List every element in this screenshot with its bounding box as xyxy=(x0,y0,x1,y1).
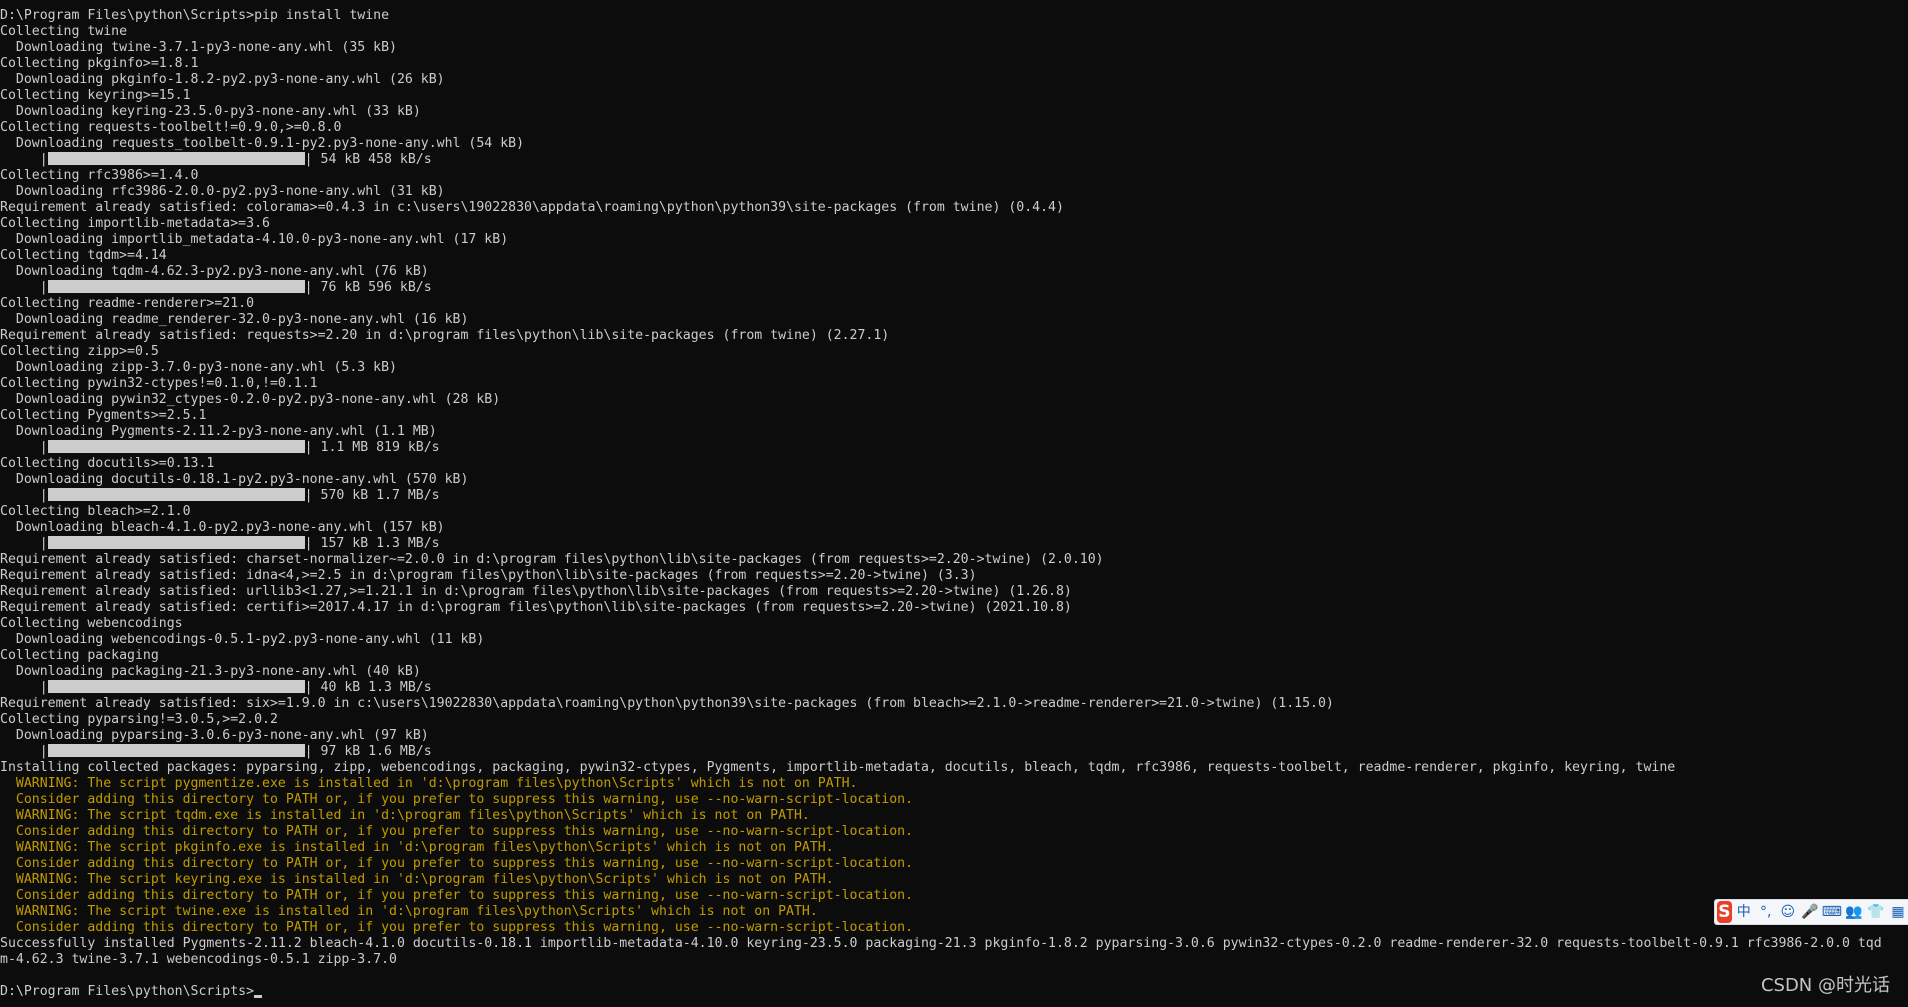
progress-stats: | 97 kB 1.6 MB/s xyxy=(304,744,432,759)
warning-line: Consider adding this directory to PATH o… xyxy=(0,888,914,903)
progress-stats: | 1.1 MB 819 kB/s xyxy=(304,440,440,455)
output-line: Downloading webencodings-0.5.1-py2.py3-n… xyxy=(0,632,485,647)
output-line: Requirement already satisfied: charset-n… xyxy=(0,552,1104,567)
output-line: Downloading tqdm-4.62.3-py2.py3-none-any… xyxy=(0,264,429,279)
output-line: Downloading readme_renderer-32.0-py3-non… xyxy=(0,312,469,327)
output-line: Collecting pywin32-ctypes!=0.1.0,!=0.1.1 xyxy=(0,376,318,391)
output-line: Collecting packaging xyxy=(0,648,159,663)
ime-user-icon[interactable]: 👥 xyxy=(1844,901,1864,923)
ime-punctuation-icon[interactable]: °, xyxy=(1756,901,1776,923)
prompt-text: D:\Program Files\python\Scripts> xyxy=(0,984,255,999)
progress-stats: | 54 kB 458 kB/s xyxy=(304,152,432,167)
ime-lang-toggle[interactable]: 中 xyxy=(1734,901,1754,923)
progress-bar-left-edge: | xyxy=(0,680,48,695)
warning-line: Consider adding this directory to PATH o… xyxy=(0,792,914,807)
output-line: Collecting twine xyxy=(0,24,128,39)
warning-line: WARNING: The script twine.exe is install… xyxy=(0,904,818,919)
progress-line: | | 97 kB 1.6 MB/s xyxy=(0,744,1908,760)
csdn-watermark: CSDN @时光话 xyxy=(1760,975,1890,996)
output-line: Downloading pyparsing-3.0.6-py3-none-any… xyxy=(0,728,429,743)
ime-keyboard-icon[interactable]: ⌨ xyxy=(1822,901,1842,923)
progress-line: | | 54 kB 458 kB/s xyxy=(0,152,1908,168)
progress-bar-left-edge: | xyxy=(0,280,48,295)
output-line: Downloading rfc3986-2.0.0-py2.py3-none-a… xyxy=(0,184,445,199)
output-line: Downloading zipp-3.7.0-py3-none-any.whl … xyxy=(0,360,397,375)
output-line: Collecting importlib-metadata>=3.6 xyxy=(0,216,270,231)
output-line: Successfully installed Pygments-2.11.2 b… xyxy=(0,936,1882,951)
ime-toolbar-items: 中 °, ☺ 🎤 ⌨ 👥 👕 ▦ xyxy=(1732,901,1908,923)
output-line: Downloading docutils-0.18.1-py2.py3-none… xyxy=(0,472,469,487)
progress-stats: | 157 kB 1.3 MB/s xyxy=(304,536,440,551)
warning-line: WARNING: The script tqdm.exe is installe… xyxy=(0,808,810,823)
progress-bar-fill xyxy=(47,152,305,165)
output-line: Downloading keyring-23.5.0-py3-none-any.… xyxy=(0,104,421,119)
progress-bar-fill xyxy=(47,680,305,693)
output-line: Collecting zipp>=0.5 xyxy=(0,344,159,359)
text-cursor[interactable] xyxy=(254,995,263,998)
output-line: Downloading bleach-4.1.0-py2.py3-none-an… xyxy=(0,520,445,535)
output-line: D:\Program Files\python\Scripts>pip inst… xyxy=(0,8,390,23)
sogou-logo-icon[interactable]: S xyxy=(1717,901,1732,923)
ime-toolbox-icon[interactable]: ▦ xyxy=(1888,901,1908,923)
output-line: Downloading Pygments-2.11.2-py3-none-any… xyxy=(0,424,437,439)
output-line: Collecting tqdm>=4.14 xyxy=(0,248,167,263)
progress-bar-left-edge: | xyxy=(0,488,48,503)
progress-line: | | 157 kB 1.3 MB/s xyxy=(0,536,1908,552)
ime-skin-icon[interactable]: 👕 xyxy=(1866,901,1886,923)
output-line: Downloading packaging-21.3-py3-none-any.… xyxy=(0,664,421,679)
output-line: Collecting requests-toolbelt!=0.9.0,>=0.… xyxy=(0,120,342,135)
output-line: Collecting keyring>=15.1 xyxy=(0,88,191,103)
output-line: Collecting rfc3986>=1.4.0 xyxy=(0,168,199,183)
output-line: Downloading twine-3.7.1-py3-none-any.whl… xyxy=(0,40,397,55)
output-line: m-4.62.3 twine-3.7.1 webencodings-0.5.1 … xyxy=(0,952,397,967)
ime-voice-icon[interactable]: 🎤 xyxy=(1800,901,1820,923)
ime-emoji-icon[interactable]: ☺ xyxy=(1778,901,1798,923)
progress-line: | | 76 kB 596 kB/s xyxy=(0,280,1908,296)
progress-line: | | 570 kB 1.7 MB/s xyxy=(0,488,1908,504)
terminal-output: D:\Program Files\python\Scripts>pip inst… xyxy=(0,8,1908,1000)
output-line: Collecting Pygments>=2.5.1 xyxy=(0,408,207,423)
output-line: Requirement already satisfied: idna<4,>=… xyxy=(0,568,977,583)
progress-line: | | 40 kB 1.3 MB/s xyxy=(0,680,1908,696)
output-line: Requirement already satisfied: urllib3<1… xyxy=(0,584,1072,599)
progress-bar-left-edge: | xyxy=(0,440,48,455)
output-line: Requirement already satisfied: certifi>=… xyxy=(0,600,1072,615)
progress-bar-fill xyxy=(47,744,305,757)
output-line: Downloading pkginfo-1.8.2-py2.py3-none-a… xyxy=(0,72,445,87)
warning-line: Consider adding this directory to PATH o… xyxy=(0,856,914,871)
progress-bar-left-edge: | xyxy=(0,536,48,551)
output-line: Installing collected packages: pyparsing… xyxy=(0,760,1676,775)
output-line: Downloading pywin32_ctypes-0.2.0-py2.py3… xyxy=(0,392,501,407)
command-prompt: D:\Program Files\python\Scripts> xyxy=(0,984,1908,1000)
output-line: Collecting readme-renderer>=21.0 xyxy=(0,296,255,311)
warning-line: WARNING: The script keyring.exe is insta… xyxy=(0,872,834,887)
output-line: Collecting pkginfo>=1.8.1 xyxy=(0,56,199,71)
terminal-window[interactable]: D:\Program Files\python\Scripts>pip inst… xyxy=(0,0,1908,1007)
output-line: Collecting docutils>=0.13.1 xyxy=(0,456,215,471)
output-line: Requirement already satisfied: requests>… xyxy=(0,328,890,343)
output-line: Requirement already satisfied: colorama>… xyxy=(0,200,1064,215)
output-line: Downloading importlib_metadata-4.10.0-py… xyxy=(0,232,509,247)
progress-bar-left-edge: | xyxy=(0,744,48,759)
warning-line: WARNING: The script pkginfo.exe is insta… xyxy=(0,840,834,855)
warning-line: Consider adding this directory to PATH o… xyxy=(0,824,914,839)
progress-bar-fill xyxy=(47,280,305,293)
output-line: Collecting webencodings xyxy=(0,616,183,631)
progress-bar-fill xyxy=(47,440,305,453)
progress-stats: | 40 kB 1.3 MB/s xyxy=(304,680,432,695)
ime-toolbar[interactable]: S 中 °, ☺ 🎤 ⌨ 👥 👕 ▦ xyxy=(1714,899,1908,925)
warning-line: WARNING: The script pygmentize.exe is in… xyxy=(0,776,858,791)
progress-stats: | 76 kB 596 kB/s xyxy=(304,280,432,295)
progress-bar-fill xyxy=(47,488,305,501)
warning-line: Consider adding this directory to PATH o… xyxy=(0,920,914,935)
progress-bar-left-edge: | xyxy=(0,152,48,167)
progress-bar-fill xyxy=(47,536,305,549)
output-line: Collecting pyparsing!=3.0.5,>=2.0.2 xyxy=(0,712,278,727)
progress-stats: | 570 kB 1.7 MB/s xyxy=(304,488,440,503)
output-line: Requirement already satisfied: six>=1.9.… xyxy=(0,696,1334,711)
output-line: Downloading requests_toolbelt-0.9.1-py2.… xyxy=(0,136,525,151)
progress-line: | | 1.1 MB 819 kB/s xyxy=(0,440,1908,456)
output-line: Collecting bleach>=2.1.0 xyxy=(0,504,191,519)
